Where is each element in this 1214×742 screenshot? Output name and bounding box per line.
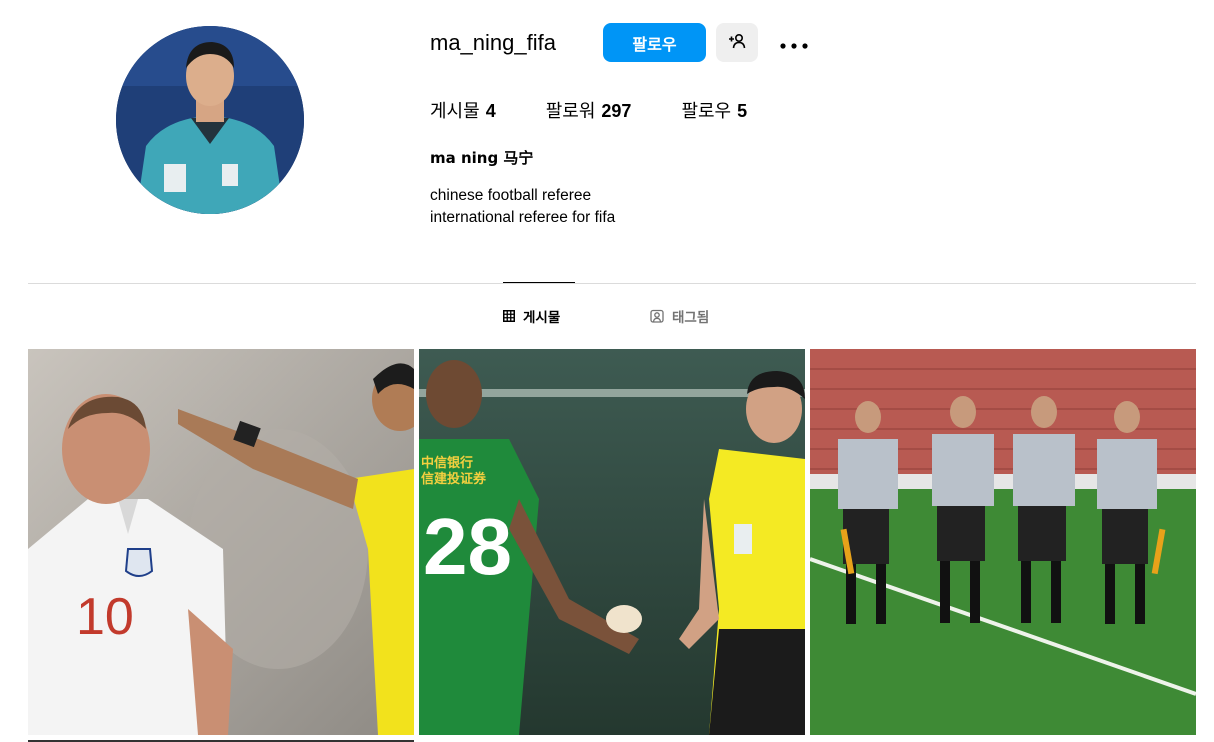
profile-full-name: ma ning 马宁 — [430, 149, 534, 167]
grid-icon — [503, 310, 515, 322]
following-count: 5 — [737, 101, 748, 121]
tag-person-icon — [650, 309, 664, 323]
posts-count: 4 — [485, 101, 496, 121]
post-jersey-number: 10 — [76, 588, 134, 646]
tab-tagged[interactable]: 태그됨 — [650, 306, 709, 326]
post-thumbnail[interactable] — [810, 349, 1196, 735]
followers-stat[interactable]: 팔로워 297 — [546, 97, 632, 123]
active-tab-indicator — [503, 282, 575, 283]
suggest-users-button[interactable] — [716, 23, 758, 62]
post-thumbnail[interactable]: 中信银行 信建投证券 28 — [419, 349, 805, 735]
post-sponsor-line1: 中信银行 — [421, 455, 473, 471]
posts-stat: 게시물 4 — [430, 97, 496, 123]
avatar-image — [116, 26, 304, 214]
tab-posts-label: 게시물 — [523, 310, 561, 326]
post-image: 中信银行 信建投证券 28 — [419, 349, 805, 735]
bio-line: international referee for fifa — [430, 209, 616, 226]
more-options-button[interactable] — [774, 27, 814, 59]
follow-button[interactable]: 팔로우 — [603, 23, 706, 62]
post-thumbnail[interactable]: 10 — [28, 349, 414, 735]
profile-avatar[interactable] — [116, 26, 304, 214]
add-person-icon — [728, 33, 746, 52]
following-label: 팔로우 — [681, 101, 732, 122]
post-image: 10 — [28, 349, 414, 735]
post-image — [810, 349, 1196, 735]
tabs-divider — [28, 283, 1196, 284]
followers-label: 팔로워 — [545, 101, 596, 122]
more-horizontal-icon — [780, 34, 808, 53]
tab-posts[interactable]: 게시물 — [503, 306, 560, 326]
bio-line: chinese football referee — [430, 187, 592, 204]
profile-bio: chinese football referee international r… — [430, 185, 615, 229]
posts-label: 게시물 — [430, 101, 480, 122]
profile-stats: 게시물 4 팔로워 297 팔로우 5 — [430, 97, 797, 123]
profile-username: ma_ning_fifa — [430, 30, 556, 55]
post-jersey-number: 28 — [423, 502, 512, 591]
following-stat[interactable]: 팔로우 5 — [681, 97, 747, 123]
tab-tagged-label: 태그됨 — [672, 310, 710, 326]
post-sponsor-line2: 信建投证券 — [421, 471, 487, 487]
followers-count: 297 — [601, 101, 632, 121]
